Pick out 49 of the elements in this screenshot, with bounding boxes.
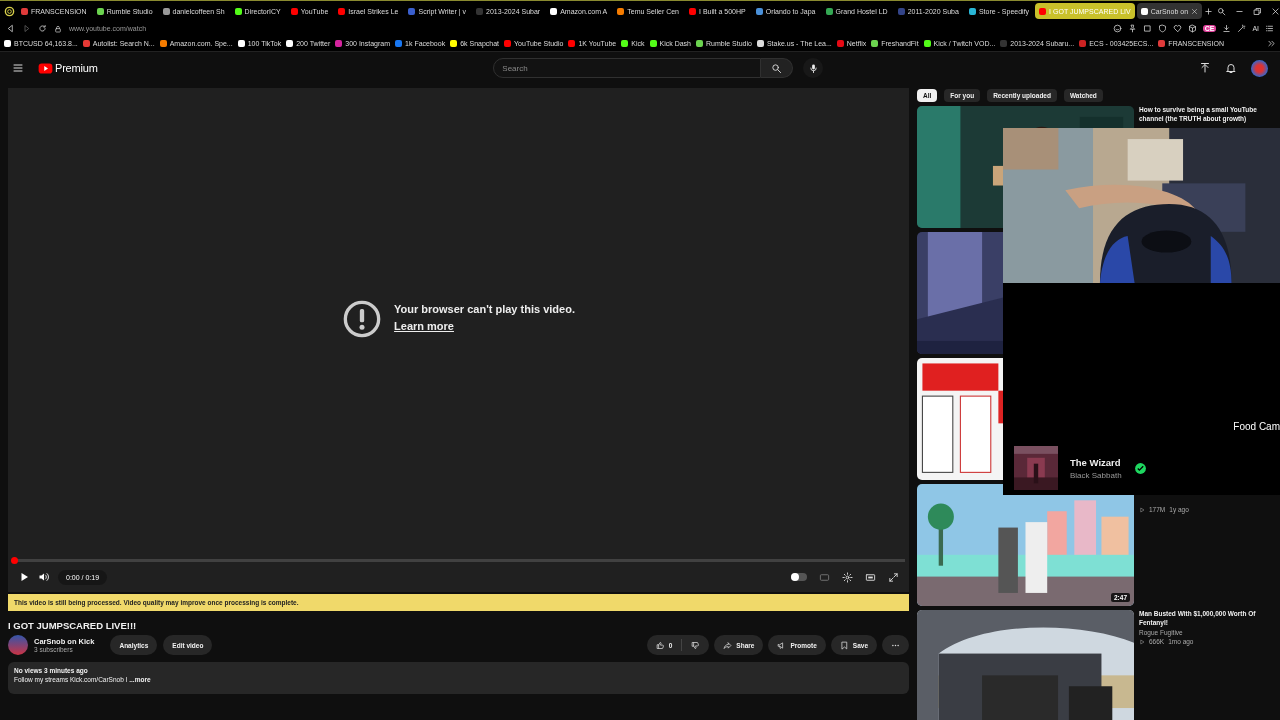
back-icon[interactable]: [6, 24, 15, 33]
progress-thumb[interactable]: [11, 556, 18, 564]
captions-icon[interactable]: [819, 571, 830, 583]
fullscreen-icon[interactable]: [888, 571, 899, 583]
thumbs-down-icon: [691, 640, 701, 650]
more-bookmarks-icon[interactable]: [1267, 39, 1276, 48]
new-tab-icon[interactable]: [1204, 6, 1214, 16]
shield-icon[interactable]: [1157, 24, 1167, 33]
voice-search-button[interactable]: [803, 58, 824, 78]
close-icon[interactable]: [1191, 7, 1199, 15]
cube-icon[interactable]: [1187, 24, 1197, 33]
error-message: Your browser can't play this video.: [394, 303, 575, 315]
play-icon: [1139, 506, 1145, 513]
autoplay-toggle[interactable]: [791, 573, 807, 581]
settings-icon[interactable]: [842, 571, 853, 583]
check-icon[interactable]: [1133, 461, 1147, 475]
pin-icon[interactable]: [1127, 24, 1137, 33]
search-icon[interactable]: [1217, 6, 1227, 16]
restore-icon[interactable]: [1253, 6, 1263, 16]
play-icon: [1139, 638, 1145, 645]
camera-label: Food Cam: [1233, 421, 1280, 432]
bookmark-icon: [839, 640, 849, 650]
video-title: I GOT JUMPSCARED LIVE!!!: [8, 620, 138, 631]
search-icon: [771, 62, 783, 74]
channel-avatar[interactable]: [8, 635, 28, 655]
microphone-icon: [807, 62, 819, 74]
close-icon[interactable]: [1271, 6, 1280, 16]
thumbs-up-icon: [655, 640, 665, 650]
menu-icon[interactable]: [12, 62, 24, 74]
theater-mode-icon[interactable]: [865, 571, 876, 583]
download-icon[interactable]: [1222, 24, 1232, 33]
upload-icon[interactable]: [1199, 62, 1211, 74]
learn-more-link[interactable]: Learn more: [394, 320, 454, 332]
logo-text[interactable]: Premium: [55, 62, 98, 74]
notifications-icon[interactable]: [1225, 62, 1237, 74]
reload-icon[interactable]: [38, 24, 47, 33]
screenshot-icon[interactable]: [1142, 24, 1152, 33]
browser-logo-icon[interactable]: [4, 5, 15, 17]
account-avatar[interactable]: [1251, 59, 1268, 77]
list-icon[interactable]: [1265, 24, 1274, 33]
volume-icon[interactable]: [38, 571, 50, 583]
heart-icon[interactable]: [1172, 24, 1182, 33]
lock-icon[interactable]: [54, 24, 62, 33]
wand-icon[interactable]: [1237, 24, 1247, 33]
search-field[interactable]: Search: [493, 58, 762, 78]
warning-icon: [342, 298, 383, 339]
share-icon: [723, 640, 733, 650]
search-button[interactable]: [761, 58, 794, 78]
emoji-icon[interactable]: [1112, 24, 1122, 33]
